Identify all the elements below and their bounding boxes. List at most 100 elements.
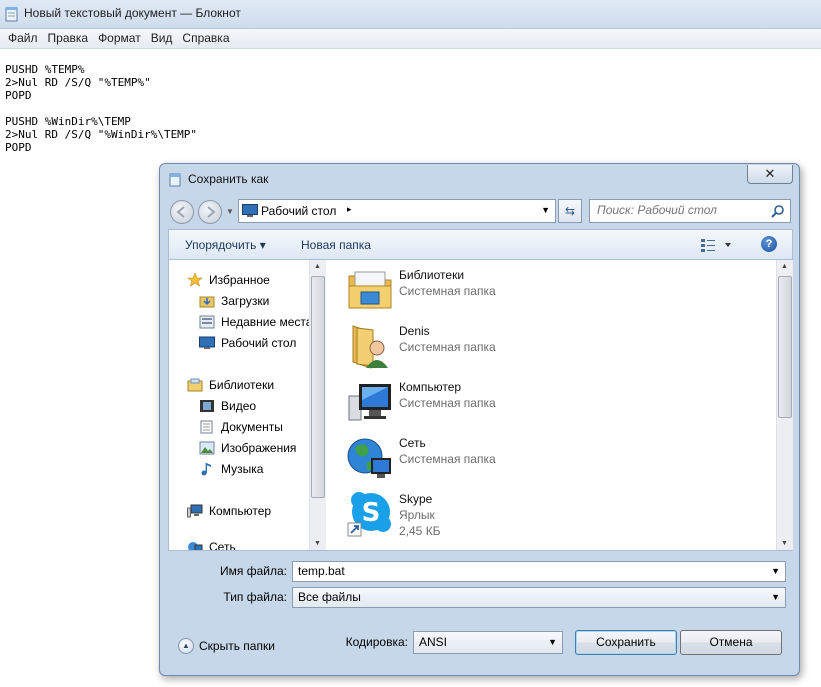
organize-button[interactable]: Упорядочить ▾ [185,238,266,252]
new-folder-button[interactable]: Новая папка [301,238,371,252]
dialog-title: Сохранить как [188,172,269,186]
save-button[interactable]: Сохранить [575,630,677,655]
nav-item-label: Изображения [221,441,297,455]
file-name: Сеть [399,436,426,450]
notepad-icon [169,173,181,187]
network-globe-icon [347,438,391,478]
notepad-title-bar[interactable]: Новый текстовый документ — Блокнот [0,0,821,29]
svg-text:S: S [362,498,381,528]
editor-text[interactable]: PUSHD %TEMP% 2>Nul RD /S/Q "%TEMP%" POPD… [5,63,197,154]
file-list-scrollbar[interactable]: ▲ ▼ [776,260,793,550]
chevron-down-icon[interactable]: ▼ [548,637,557,647]
back-button[interactable] [170,200,194,224]
scroll-down-icon[interactable]: ▼ [781,540,788,547]
scroll-thumb[interactable] [778,276,792,418]
notepad-icon [5,7,18,22]
file-item-computer[interactable]: Компьютер Системная папка [347,378,647,428]
back-arrow-icon [176,206,185,218]
nav-item-label: Документы [221,420,283,434]
file-type: Ярлык [399,508,435,522]
file-name: Skype [399,492,433,506]
documents-icon [200,420,213,434]
close-icon: ✕ [764,166,776,181]
close-button[interactable]: ✕ [747,165,793,184]
filename-field[interactable]: temp.bat ▼ [292,561,786,582]
file-size: 2,45 КБ [399,524,441,538]
menu-file[interactable]: Файл [3,29,43,45]
address-bar[interactable]: Рабочий стол ▸ ▼ [238,199,556,223]
window-title: Новый текстовый документ — Блокнот [24,6,241,20]
nav-item-label: Библиотеки [209,378,275,392]
filetype-select[interactable]: Все файлы ▼ [292,587,786,608]
encoding-label: Кодировка: [345,635,408,649]
scroll-up-icon[interactable]: ▲ [781,263,788,270]
refresh-icon: ⇆ [564,204,576,218]
refresh-button[interactable]: ⇆ [558,199,582,223]
recent-pages-dropdown[interactable]: ▼ [226,207,234,216]
file-item-network[interactable]: Сеть Системная папка [347,434,647,484]
save-as-dialog: Сохранить как ✕ ▼ Рабочий стол ▸ ▼ ⇆ Упо… [159,163,800,676]
images-icon [199,441,215,455]
breadcrumb-chevron-icon[interactable]: ▸ [347,204,352,215]
file-list: Библиотеки Системная папка Denis Системн… [327,260,774,550]
menu-format[interactable]: Формат [93,29,146,45]
search-input[interactable] [590,200,767,220]
libraries-icon [187,378,203,392]
chevron-down-icon[interactable]: ▼ [771,566,780,576]
file-type: Системная папка [399,340,496,354]
forward-arrow-icon [207,206,216,218]
help-button[interactable]: ? [761,236,777,252]
dialog-toolbar: Упорядочить ▾ Новая папка ? [168,229,793,260]
computer-icon [187,504,203,518]
navigation-pane: Избранное Загрузки Недавние места Рабочи… [169,260,309,550]
nav-item-label: Избранное [209,273,270,287]
menu-help[interactable]: Справка [177,29,234,45]
forward-button[interactable] [198,200,222,224]
file-item-skype[interactable]: S Skype Ярлык 2,45 КБ [347,490,647,540]
chevron-down-icon[interactable]: ▼ [771,592,780,602]
recent-places-icon [199,315,215,329]
file-item-libraries[interactable]: Библиотеки Системная папка [347,266,647,316]
nav-item-label: Видео [221,399,257,413]
computer-icon [348,384,391,421]
scroll-down-icon[interactable]: ▼ [314,540,321,547]
scroll-thumb[interactable] [311,276,325,498]
menu-view[interactable]: Вид [146,29,178,45]
file-type: Системная папка [399,284,496,298]
file-type: Системная папка [399,396,496,410]
file-item-denis[interactable]: Denis Системная папка [347,322,647,372]
search-icon[interactable] [771,204,785,218]
dialog-title-bar[interactable]: Сохранить как ✕ [160,164,799,194]
filetype-label: Тип файла: [223,590,287,604]
encoding-value: ANSI [419,635,448,649]
hide-folders-label: Скрыть папки [199,639,275,653]
menu-bar: Файл Правка Формат Вид Справка [0,29,821,49]
encoding-select[interactable]: ANSI ▼ [413,631,563,654]
address-location[interactable]: Рабочий стол [261,204,336,218]
file-name: Библиотеки [399,268,465,282]
nav-item-label: Сеть [209,540,236,550]
network-icon [188,542,203,550]
filename-value[interactable]: temp.bat [298,564,345,578]
cancel-button[interactable]: Отмена [680,630,782,655]
star-icon [187,273,203,287]
user-folder-icon [352,325,388,369]
nav-item-label: Компьютер [209,504,272,518]
nav-item-label: Загрузки [221,294,270,308]
nav-item-label: Недавние места [221,315,309,329]
address-dropdown-icon[interactable]: ▼ [541,205,550,215]
desktop-icon [242,204,258,217]
libraries-folder-icon [348,271,392,309]
search-box[interactable] [589,199,791,223]
file-type: Системная папка [399,452,496,466]
chevron-up-icon: ▲ [178,638,194,654]
video-icon [200,400,214,412]
menu-edit[interactable]: Правка [43,29,94,45]
nav-pane-scrollbar[interactable]: ▲ ▼ [309,260,326,550]
nav-item-label: Музыка [221,462,264,476]
change-view-icon[interactable] [699,237,735,253]
file-name: Компьютер [399,380,462,394]
scroll-up-icon[interactable]: ▲ [314,263,321,270]
downloads-folder-icon [199,296,215,308]
skype-icon: S [347,492,391,537]
